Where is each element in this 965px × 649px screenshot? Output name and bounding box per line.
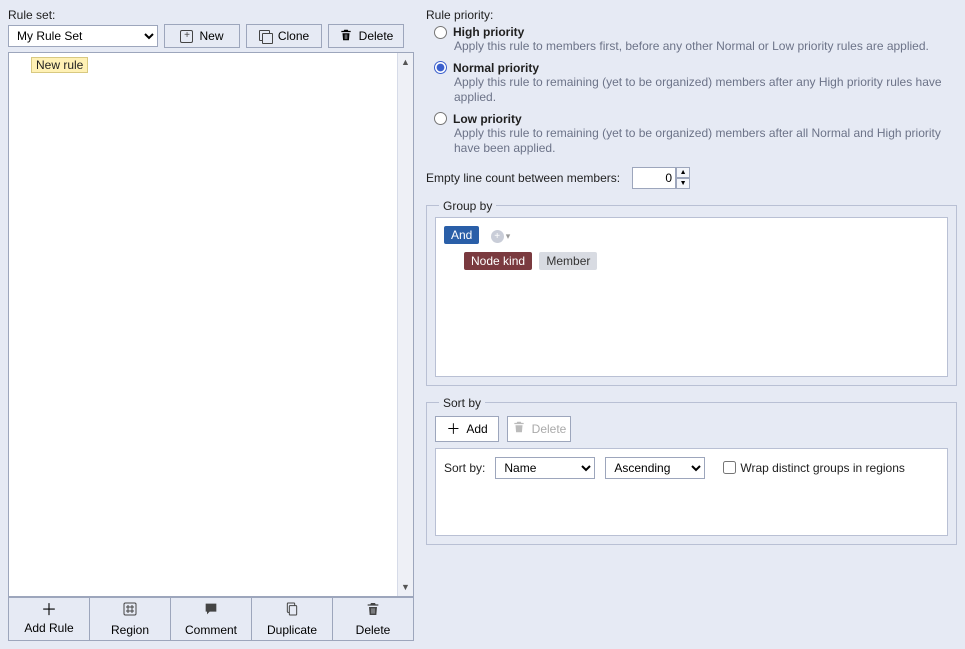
scrollbar[interactable]: ▲ ▼ [397, 53, 413, 596]
add-condition-button[interactable]: + ▾ [491, 230, 511, 243]
delete-ruleset-label: Delete [359, 29, 394, 43]
rule-list[interactable]: New rule ▲ ▼ [8, 52, 414, 597]
chip-member[interactable]: Member [539, 252, 597, 270]
comment-icon [203, 601, 219, 621]
group-op-and[interactable]: And [444, 226, 479, 244]
priority-normal-desc: Apply this rule to remaining (yet to be … [454, 75, 954, 106]
priority-high-desc: Apply this rule to members first, before… [454, 39, 954, 55]
hash-icon [122, 601, 138, 621]
comment-button[interactable]: Comment [171, 597, 252, 641]
empty-line-label: Empty line count between members: [426, 171, 620, 185]
wrap-regions-label: Wrap distinct groups in regions [740, 461, 905, 475]
chip-node-kind[interactable]: Node kind [464, 252, 532, 270]
rule-item[interactable]: New rule [31, 57, 88, 73]
duplicate-label: Duplicate [267, 623, 317, 637]
add-rule-button[interactable]: ＋ Add Rule [8, 597, 90, 641]
add-rule-label: Add Rule [24, 621, 73, 635]
duplicate-icon [284, 601, 300, 621]
priority-normal-radio[interactable] [434, 61, 447, 74]
sort-add-label: Add [466, 422, 487, 436]
rule-set-label: Rule set: [8, 8, 414, 22]
empty-line-input[interactable] [632, 167, 676, 189]
priority-normal-label: Normal priority [453, 61, 539, 75]
plus-icon: + [180, 30, 193, 43]
new-ruleset-button[interactable]: + New [164, 24, 240, 48]
group-by-panel: Group by And + ▾ Node kind Member [426, 199, 957, 386]
rule-set-select[interactable]: My Rule Set [8, 25, 158, 47]
group-by-legend: Group by [439, 199, 496, 213]
scroll-up-icon[interactable]: ▲ [401, 55, 410, 69]
sort-by-legend: Sort by [439, 396, 485, 410]
sort-by-panel: Sort by ＋ Add Delete Sort by: Name Ascen… [426, 396, 957, 545]
delete-ruleset-button[interactable]: Delete [328, 24, 404, 48]
priority-low-label: Low priority [453, 112, 522, 126]
delete-rule-label: Delete [356, 623, 391, 637]
sort-direction-select[interactable]: Ascending [605, 457, 705, 479]
duplicate-button[interactable]: Duplicate [252, 597, 333, 641]
sort-row-label: Sort by: [444, 461, 485, 475]
region-label: Region [111, 623, 149, 637]
wrap-regions-checkbox[interactable] [723, 461, 736, 474]
sort-delete-button[interactable]: Delete [507, 416, 571, 442]
clone-ruleset-label: Clone [278, 29, 309, 43]
priority-low-radio[interactable] [434, 112, 447, 125]
scroll-down-icon[interactable]: ▼ [401, 580, 410, 594]
clone-icon [259, 30, 272, 43]
rule-priority-label: Rule priority: [426, 8, 957, 22]
spin-up[interactable]: ▲ [676, 167, 690, 178]
chevron-down-icon: ▾ [506, 231, 511, 242]
plus-icon: ＋ [41, 603, 57, 619]
delete-rule-button[interactable]: Delete [333, 597, 414, 641]
sort-delete-label: Delete [532, 422, 567, 436]
comment-label: Comment [185, 623, 237, 637]
priority-low-desc: Apply this rule to remaining (yet to be … [454, 126, 954, 157]
spin-down[interactable]: ▼ [676, 178, 690, 189]
new-ruleset-label: New [199, 29, 223, 43]
trash-icon [512, 420, 526, 437]
region-button[interactable]: Region [90, 597, 171, 641]
plus-icon: ＋ [446, 419, 460, 439]
clone-ruleset-button[interactable]: Clone [246, 24, 322, 48]
sort-field-select[interactable]: Name [495, 457, 595, 479]
priority-high-label: High priority [453, 25, 524, 39]
priority-high-radio[interactable] [434, 26, 447, 39]
sort-add-button[interactable]: ＋ Add [435, 416, 499, 442]
trash-icon [339, 28, 353, 45]
plus-circle-icon: + [491, 230, 504, 243]
trash-icon [365, 601, 381, 621]
